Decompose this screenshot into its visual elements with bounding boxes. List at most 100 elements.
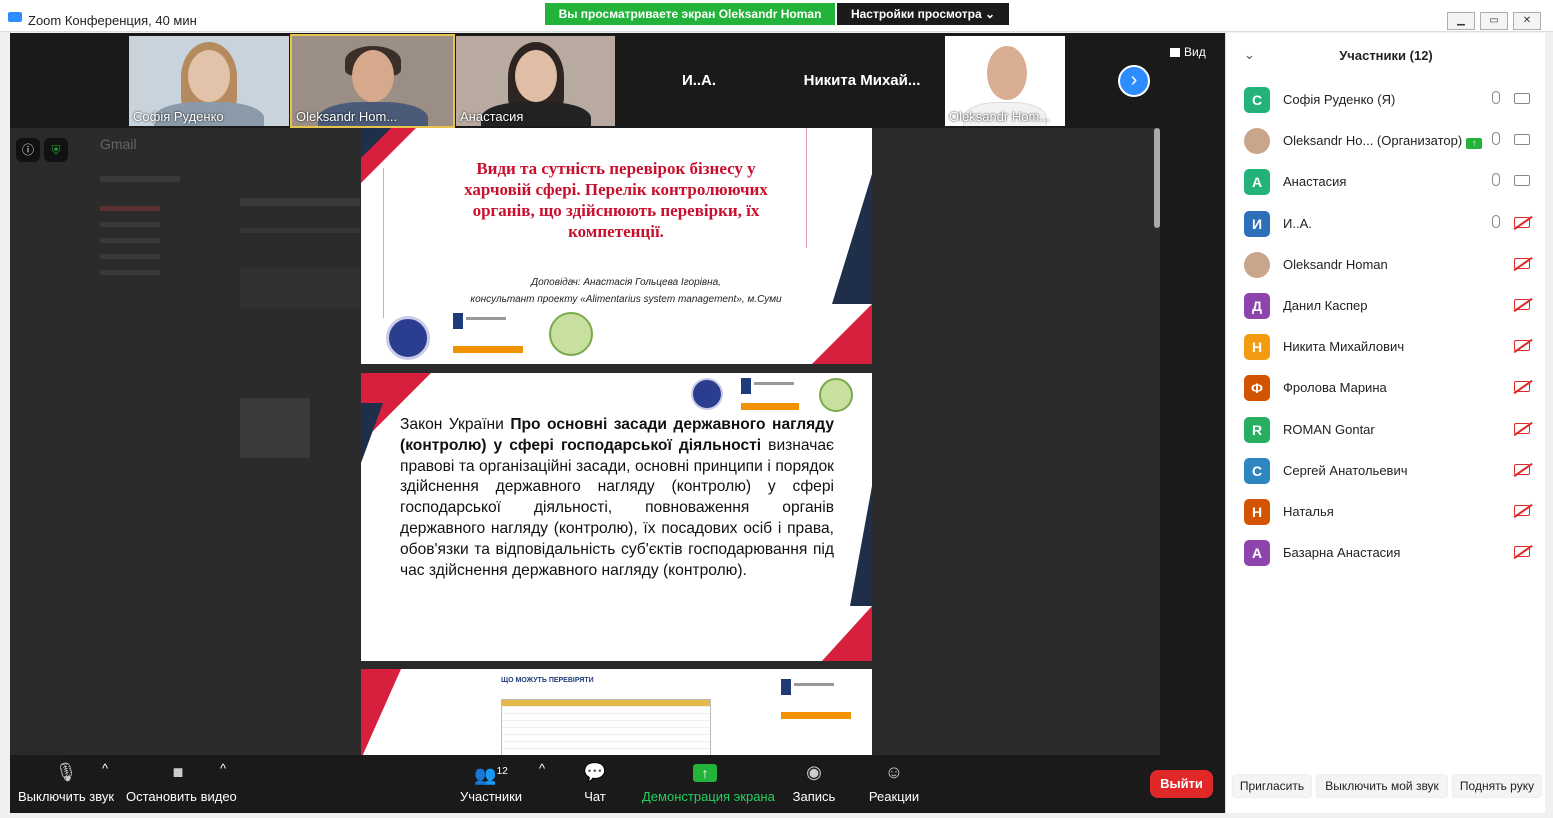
video-thumbnail-no-video[interactable]: И..А. [620, 36, 778, 126]
video-options-chevron-icon[interactable]: ^ [220, 761, 226, 776]
participant-name: Никита Михайлович [1283, 339, 1404, 354]
view-button[interactable]: Вид [1170, 45, 1206, 59]
avatar: Н [1244, 499, 1270, 525]
raise-hand-button[interactable]: Поднять руку [1452, 774, 1542, 798]
participant-row[interactable]: Oleksandr Homan [1226, 244, 1546, 285]
food-safety-logo [819, 378, 853, 412]
grid-icon [1170, 48, 1180, 57]
participant-name-text: И..А. [1283, 215, 1312, 231]
share-screen-button[interactable]: ↑ Демонстрация экрана [642, 761, 775, 804]
security-shield-icon[interactable]: ⛨ [44, 138, 68, 162]
video-camera-icon [1514, 134, 1530, 146]
stop-video-button[interactable]: ■ Остановить видео [126, 761, 237, 804]
participant-name-text: Базарна Анастасия [1283, 545, 1401, 561]
avatar: Д [1244, 293, 1270, 319]
participant-row[interactable]: С Софія Руденко (Я) [1226, 79, 1546, 120]
mute-button[interactable]: 🎙 Выключить звук [18, 761, 114, 804]
video-off-icon [1514, 463, 1530, 475]
video-thumbnail[interactable]: Oleksandr Hom... [945, 36, 1065, 126]
participant-row[interactable]: R ROMAN Gontar [1226, 409, 1546, 450]
participant-row[interactable]: С Сергей Анатольевич [1226, 450, 1546, 491]
participant-name-text: Сергей Анатольевич [1283, 462, 1408, 478]
video-thumbnail[interactable]: Анастасия [456, 36, 615, 126]
participant-name-text: Oleksandr Ho... (Организатор) [1283, 133, 1463, 149]
zoom-window: Zoom Конференция, 40 мин Вы просматривае… [0, 0, 1553, 818]
participants-panel-footer: Пригласить Выключить мой звук Поднять ру… [1226, 771, 1546, 801]
slide-inspections: ЩО МОЖУТЬ ПЕРЕВІРЯТИ [361, 669, 872, 758]
participant-name: Софія Руденко (Я) [1283, 92, 1395, 107]
video-thumbnail[interactable]: Софія Руденко [129, 36, 289, 126]
participant-row[interactable]: Н Наталья [1226, 491, 1546, 532]
shared-scrollbar[interactable] [1154, 128, 1160, 228]
microphone-icon [1492, 173, 1500, 187]
microphone-icon [1492, 91, 1500, 104]
mute-label: Выключить звук [18, 789, 115, 804]
minimize-icon[interactable]: ▁ [1447, 12, 1475, 30]
share-screen-icon: ↑ [642, 761, 768, 783]
participants-count: 12 [496, 766, 508, 777]
slide-title: Види та сутність перевірок бізнесу у хар… [361, 128, 872, 364]
gmail-logo: Gmail [100, 136, 137, 152]
university-logo [386, 316, 430, 360]
record-button[interactable]: ◉ Запись [792, 761, 836, 804]
video-camera-icon: ■ [172, 762, 184, 782]
participant-name-text: ROMAN Gontar [1283, 421, 1375, 437]
microphone-icon: 🎙 [54, 762, 78, 782]
participant-name-text: Oleksandr Homan [1283, 256, 1388, 272]
microphone-icon [1492, 214, 1500, 228]
participant-name: Oleksandr Homan [1283, 257, 1388, 272]
participants-button[interactable]: 👥12 Участники [458, 761, 524, 804]
participant-row[interactable]: Д Данил Каспер [1226, 285, 1546, 326]
participant-row[interactable]: Oleksandr Ho... (Организатор) ↑ [1226, 120, 1546, 161]
shared-gmail-right [882, 128, 1160, 758]
avatar [1244, 251, 1270, 278]
slide-law-text: Закон України Про основні засади державн… [400, 415, 834, 581]
inspections-table [501, 699, 711, 758]
video-camera-icon [1514, 93, 1530, 104]
participant-row[interactable]: А Анастасия [1226, 161, 1546, 202]
netherlands-logo [741, 378, 799, 410]
participant-name: И..А. [1283, 216, 1312, 231]
close-icon[interactable]: ✕ [1513, 12, 1541, 30]
video-thumbnail-no-video[interactable]: Никита Михай... [782, 36, 942, 126]
law-text-intro: Закон України [400, 416, 511, 433]
participants-panel-title: Участники (12) [1339, 48, 1433, 63]
thumbnail-name: Анастасия [460, 109, 524, 124]
video-thumbnail-active-speaker[interactable]: Oleksandr Hom... [290, 34, 455, 128]
participant-name: Данил Каспер [1283, 298, 1367, 313]
participant-name-text: Софія Руденко (Я) [1283, 92, 1396, 107]
slide-title-text: Види та сутність перевірок бізнесу у хар… [464, 159, 768, 241]
participants-options-chevron-icon[interactable]: ^ [539, 761, 545, 776]
video-off-icon [1514, 381, 1530, 393]
info-icon[interactable]: ⓘ [16, 138, 40, 162]
video-off-icon [1514, 422, 1530, 434]
maximize-icon[interactable]: ▭ [1480, 12, 1508, 30]
reactions-button[interactable]: ☺ Реакции [868, 761, 920, 804]
reactions-icon: ☺ [884, 762, 904, 782]
avatar: Ф [1244, 375, 1270, 402]
shared-screen: Gmail ⓘ ⛨ Види та сутність перевірок біз… [10, 128, 1160, 758]
meeting-toolbar: 🎙 Выключить звук ^ ■ Остановить видео ^ … [10, 755, 1225, 813]
participant-name: ROMAN Gontar [1283, 422, 1375, 437]
chat-button[interactable]: 💬 Чат [578, 761, 612, 804]
participant-row[interactable]: И И..А. [1226, 203, 1546, 244]
slide-law: Закон України Про основні засади державн… [361, 373, 872, 661]
view-options-button[interactable]: Настройки просмотра ⌄ [837, 3, 1009, 25]
participant-row[interactable]: Н Никита Михайлович [1226, 326, 1546, 367]
video-off-icon [1514, 505, 1530, 516]
participant-row[interactable]: А Базарна Анастасия [1226, 532, 1546, 573]
speaker-line-2: консультант проекту «Alimentarius system… [470, 294, 782, 305]
audio-options-chevron-icon[interactable]: ^ [102, 761, 108, 776]
stop-video-label: Остановить видео [126, 789, 237, 804]
leave-button[interactable]: Выйти [1150, 770, 1213, 798]
mute-me-button[interactable]: Выключить мой звук [1316, 774, 1448, 798]
sharing-screen-icon: ↑ [1466, 138, 1483, 150]
invite-button[interactable]: Пригласить [1232, 774, 1312, 798]
participant-name: Oleksandr Ho... (Организатор) ↑ [1283, 133, 1483, 150]
thumbnail-name: Oleksandr Hom... [296, 109, 398, 124]
meeting-area: Софія Руденко Oleksandr Hom... Анастасия… [10, 33, 1225, 813]
video-off-icon [1514, 257, 1530, 269]
next-thumbnails-button[interactable]: › [1118, 65, 1150, 97]
avatar: А [1244, 540, 1270, 567]
participant-row[interactable]: Ф Фролова Марина [1226, 367, 1546, 408]
